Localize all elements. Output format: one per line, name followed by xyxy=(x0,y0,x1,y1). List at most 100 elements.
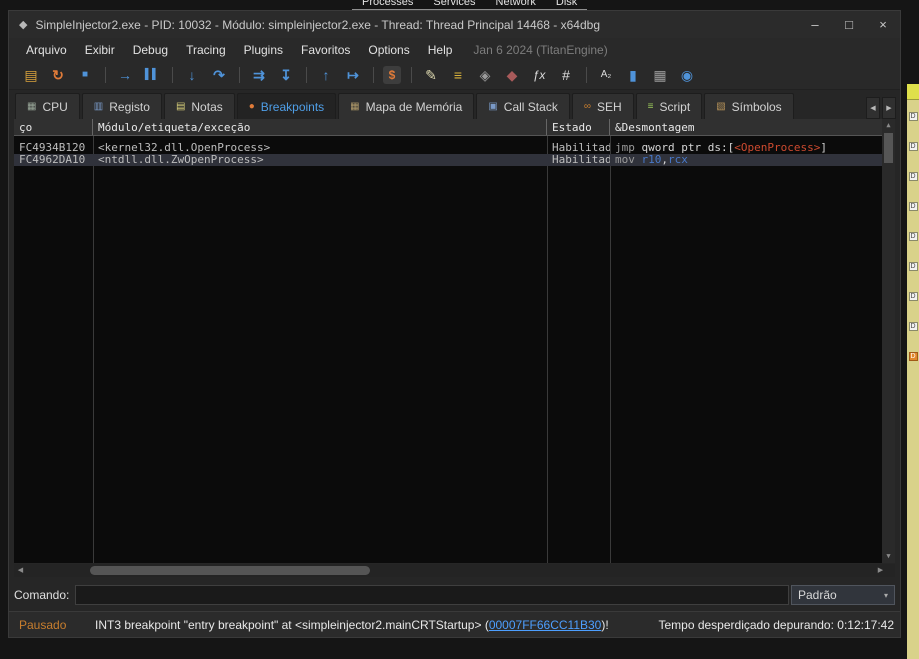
comments-icon[interactable]: # xyxy=(556,64,576,86)
breakpoint-row[interactable]: FC4934B120 <kernel32.dll.OpenProcess> Ha… xyxy=(14,142,882,154)
run-icon[interactable]: → xyxy=(115,64,135,86)
assembler-icon[interactable]: ✎ xyxy=(421,64,441,86)
tab-simbolos[interactable]: ▧ Símbolos xyxy=(704,93,793,119)
bg-tab-network[interactable]: Network xyxy=(486,0,546,9)
vertical-scroll-thumb[interactable] xyxy=(884,133,893,163)
hide-debugger-icon[interactable]: ◆ xyxy=(502,64,522,86)
app-icon: ◆ xyxy=(19,18,27,31)
step-over-icon[interactable]: ↷ xyxy=(209,64,229,86)
cpu-icon: ▦ xyxy=(27,101,36,112)
command-input[interactable] xyxy=(75,585,789,605)
side-strip-item[interactable]: D xyxy=(909,142,918,151)
breakpoint-module: <kernel32.dll.OpenProcess> xyxy=(93,142,547,154)
status-message-suffix: )! xyxy=(601,618,608,632)
toolbar-separator xyxy=(239,67,240,83)
horizontal-scrollbar[interactable]: ◀ ▶ xyxy=(14,564,895,577)
patches-icon[interactable]: ≡ xyxy=(448,64,468,86)
calculator-icon[interactable]: ƒx xyxy=(529,64,549,86)
close-button[interactable]: × xyxy=(866,11,900,38)
trace-record-icon[interactable]: $ xyxy=(383,66,401,84)
bg-tab-processes[interactable]: Processes xyxy=(352,0,423,9)
tab-cpu[interactable]: ▦ CPU xyxy=(15,93,80,119)
breakpoint-row-selected[interactable]: FC4962DA10 <ntdll.dll.ZwOpenProcess> Hab… xyxy=(14,154,882,166)
compare-icon[interactable]: ◈ xyxy=(475,64,495,86)
scroll-down-icon[interactable]: ▼ xyxy=(882,550,895,563)
menu-debug[interactable]: Debug xyxy=(124,40,177,60)
tab-notas[interactable]: ▤ Notas xyxy=(164,93,235,119)
status-message: INT3 breakpoint "entry breakpoint" at <s… xyxy=(95,618,609,632)
vertical-scrollbar[interactable]: ▲ ▼ xyxy=(882,119,895,563)
memory-layout-icon[interactable]: ▦ xyxy=(650,64,670,86)
side-strip-item-active[interactable]: D xyxy=(909,352,918,361)
background-app-tabs: Processes Services Network Disk xyxy=(352,0,587,10)
side-strip-item[interactable]: D xyxy=(909,322,918,331)
preferences-icon[interactable]: ◉ xyxy=(677,64,697,86)
side-strip-item[interactable]: D xyxy=(909,292,918,301)
tab-mapa-de-memoria[interactable]: ▦ Mapa de Memória xyxy=(338,93,474,119)
tab-scroll-left-icon[interactable]: ◀ xyxy=(866,97,880,119)
column-header-endereco[interactable]: ço xyxy=(14,119,93,135)
menu-help[interactable]: Help xyxy=(419,40,462,60)
toolbar-separator xyxy=(105,67,106,83)
side-strip-item[interactable]: D xyxy=(909,172,918,181)
asm-register: r10 xyxy=(642,154,662,166)
scroll-up-icon[interactable]: ▲ xyxy=(882,119,895,132)
column-divider xyxy=(547,136,548,563)
side-strip-item[interactable]: D xyxy=(909,262,918,271)
run-trace-icon[interactable]: ↦ xyxy=(343,64,363,86)
titlebar[interactable]: ◆ SimpleInjector2.exe - PID: 10032 - Mód… xyxy=(9,11,900,38)
column-header-estado[interactable]: Estado xyxy=(547,119,610,135)
table-header: ço Módulo/etiqueta/exceção Estado &Desmo… xyxy=(14,119,882,136)
content-area: ço Módulo/etiqueta/exceção Estado &Desmo… xyxy=(9,119,900,607)
scroll-left-icon[interactable]: ◀ xyxy=(14,564,27,577)
bg-tab-services[interactable]: Services xyxy=(423,0,485,9)
side-strip-item[interactable]: D xyxy=(909,232,918,241)
menu-favoritos[interactable]: Favoritos xyxy=(292,40,359,60)
run-to-user-code-icon[interactable]: ↧ xyxy=(276,64,296,86)
breakpoints-grid: ço Módulo/etiqueta/exceção Estado &Desmo… xyxy=(14,119,882,563)
toolbar-separator xyxy=(411,67,412,83)
tab-seh[interactable]: ∞ SEH xyxy=(572,93,634,119)
pause-icon[interactable]: ▌▌ xyxy=(142,64,162,86)
open-file-icon[interactable]: ▤ xyxy=(21,64,41,86)
menu-options[interactable]: Options xyxy=(359,40,418,60)
build-info: Jan 6 2024 (TitanEngine) xyxy=(473,43,607,57)
menu-exibir[interactable]: Exibir xyxy=(76,40,124,60)
restart-icon[interactable]: ↻ xyxy=(48,64,68,86)
tab-breakpoints[interactable]: ● Breakpoints xyxy=(237,93,336,119)
scroll-right-icon[interactable]: ▶ xyxy=(874,564,887,577)
window-title: SimpleInjector2.exe - PID: 10032 - Módul… xyxy=(35,18,798,32)
tab-label: Registo xyxy=(109,100,150,114)
side-strip-item[interactable]: D xyxy=(909,112,918,121)
status-address-link[interactable]: 00007FF66CC11B30 xyxy=(489,618,602,632)
breakpoint-module: <ntdll.dll.ZwOpenProcess> xyxy=(93,154,547,166)
tab-scroll-controls: ◀ ▶ xyxy=(866,97,896,119)
labels-icon[interactable]: A₂ xyxy=(596,64,616,86)
bg-tab-disk[interactable]: Disk xyxy=(546,0,587,9)
command-mode-dropdown[interactable]: Padrão ▾ xyxy=(791,585,895,605)
command-bar: Comando: Padrão ▾ xyxy=(14,584,895,606)
tab-scroll-right-icon[interactable]: ▶ xyxy=(882,97,896,119)
side-strip-item[interactable]: D xyxy=(909,202,918,211)
maximize-button[interactable]: □ xyxy=(832,11,866,38)
bookmarks-icon[interactable]: ▮ xyxy=(623,64,643,86)
menu-plugins[interactable]: Plugins xyxy=(235,40,292,60)
tab-registo[interactable]: ▥ Registo xyxy=(82,93,162,119)
seh-chain-icon: ∞ xyxy=(584,101,591,112)
execute-till-return-icon[interactable]: ⇉ xyxy=(249,64,269,86)
menu-arquivo[interactable]: Arquivo xyxy=(17,40,76,60)
step-into-icon[interactable]: ↓ xyxy=(182,64,202,86)
column-divider xyxy=(93,136,94,563)
minimize-button[interactable]: – xyxy=(798,11,832,38)
tab-script[interactable]: ≡ Script xyxy=(636,93,703,119)
menu-tracing[interactable]: Tracing xyxy=(177,40,235,60)
step-out-icon[interactable]: ↑ xyxy=(316,64,336,86)
tab-label: Símbolos xyxy=(732,100,782,114)
column-header-desmontagem[interactable]: &Desmontagem xyxy=(610,119,882,135)
tab-call-stack[interactable]: ▣ Call Stack xyxy=(476,93,569,119)
column-header-modulo[interactable]: Módulo/etiqueta/exceção xyxy=(93,119,547,135)
breakpoint-address: FC4934B120 xyxy=(14,142,93,154)
status-message-text: INT3 breakpoint "entry breakpoint" at <s… xyxy=(95,618,489,632)
stop-icon[interactable]: ■ xyxy=(75,64,95,86)
horizontal-scroll-thumb[interactable] xyxy=(90,566,370,575)
